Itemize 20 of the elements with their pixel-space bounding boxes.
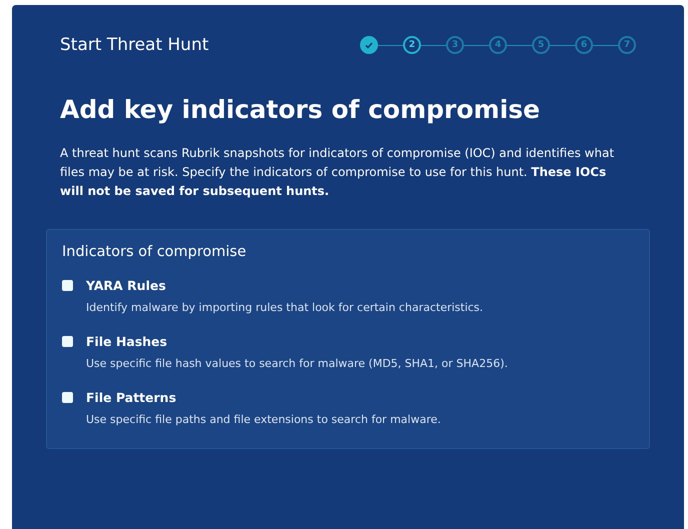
option-description: Identify malware by importing rules that look for certain characteristics.: [86, 301, 484, 314]
checkbox[interactable]: [62, 280, 73, 291]
checkbox[interactable]: [62, 336, 73, 347]
option-label: YARA Rules: [86, 278, 167, 293]
option-description: Use specific file hash values to search for malware (MD5, SHA1, or SHA256).: [86, 357, 509, 370]
step-indicator: 2: [403, 36, 421, 54]
step-indicator: 4: [489, 36, 507, 54]
option-label: File Hashes: [86, 334, 168, 349]
option-label: File Patterns: [86, 390, 178, 405]
page-heading: Add key indicators of compromise: [60, 95, 541, 124]
check-icon: [365, 42, 373, 48]
checkbox[interactable]: [62, 392, 73, 403]
step-indicator: 3: [446, 36, 464, 54]
step-indicator: 6: [575, 36, 593, 54]
option-description: Use specific file paths and file extensions to search for malware.: [86, 413, 442, 426]
description-text: A threat hunt scans Rubrik snapshots for indicators of compromise (IOC) and identifies what files may be at risk. Specify the indicators of compromise to use for this hunt. These IOCs will not be saved for subsequent hunts.: [60, 145, 616, 200]
card-title: Indicators of compromise: [62, 244, 248, 260]
step-indicator: 5: [532, 36, 550, 54]
step-indicator: 7: [618, 36, 636, 54]
window-title: Start Threat Hunt: [60, 35, 209, 55]
